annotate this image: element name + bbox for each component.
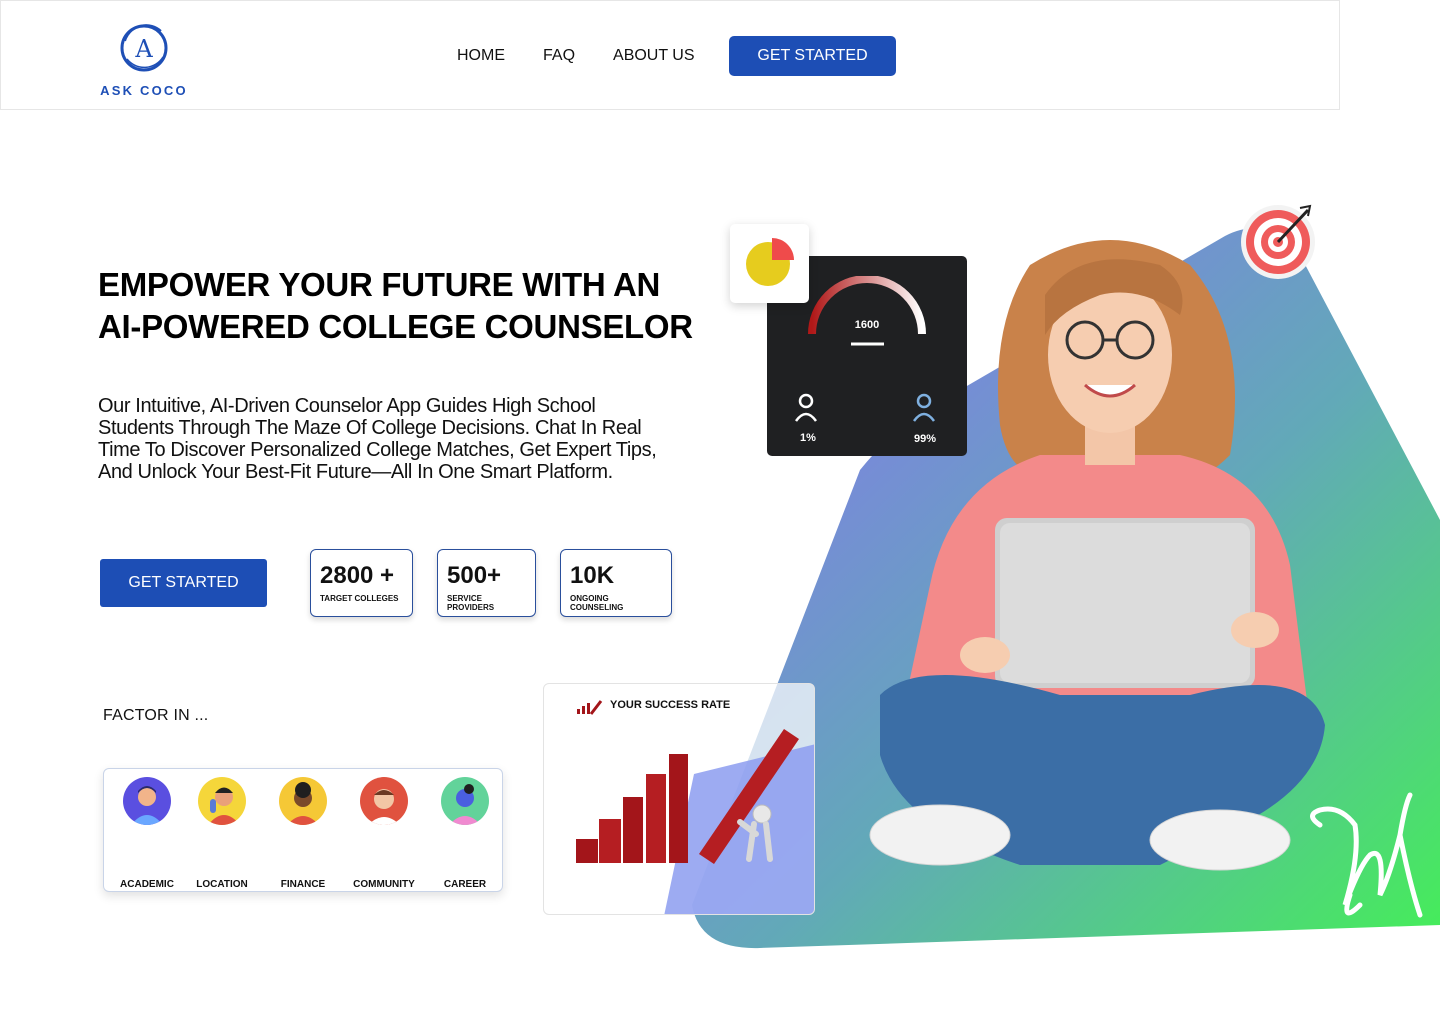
career-avatar-icon [441, 777, 489, 825]
factor-label: ACADEMIC [120, 879, 174, 890]
location-avatar-icon [198, 777, 246, 825]
factor-card: ACADEMIC LOCATION FINANCE COMMUNITY CARE… [103, 768, 503, 892]
factor-label: LOCATION [196, 879, 248, 890]
factor-career[interactable]: CAREER [425, 777, 505, 890]
user-icon [912, 393, 936, 422]
stat-label: TARGET COLLEGES [320, 594, 399, 603]
academic-avatar-icon [123, 777, 171, 825]
stat-value: 500+ [447, 562, 502, 589]
target-dart-icon [1241, 204, 1315, 279]
headline-line-1: EMPOWER YOUR FUTURE WITH AN [98, 266, 661, 303]
pie-chart-icon [746, 238, 794, 286]
stat-target-colleges: 2800 + TARGET COLLEGES [310, 549, 413, 617]
gauge-value: 1600 [854, 319, 880, 331]
stat-label: SERVICE PROVIDERS [447, 594, 495, 612]
factor-community[interactable]: COMMUNITY [344, 777, 424, 890]
headline-line-2: AI-POWERED COLLEGE COUNSELOR [98, 308, 693, 345]
factor-label: COMMUNITY [353, 879, 415, 890]
hero-description: Our Intuitive, AI-Driven Counselor App G… [98, 395, 657, 483]
stat-value: 10K [570, 562, 615, 589]
success-bars-illustration [576, 729, 814, 914]
left-percentage: 1% [800, 432, 816, 444]
right-percentage: 99% [914, 433, 937, 445]
success-rate-card: YOUR SUCCESS RATE [543, 683, 815, 915]
finance-avatar-icon [279, 777, 327, 825]
hero-get-started-button[interactable]: GET STARTED [100, 559, 267, 607]
pie-chart-card [730, 224, 809, 303]
factor-academic[interactable]: ACADEMIC [107, 777, 187, 890]
stat-ongoing-counseling: 10K ONGOING COUNSELING [560, 549, 672, 617]
factor-finance[interactable]: FINANCE [263, 777, 343, 890]
factor-title: FACTOR IN ... [103, 707, 209, 724]
stat-service-providers: 500+ SERVICE PROVIDERS [437, 549, 536, 617]
decorative-squiggle-icon [1310, 792, 1423, 918]
stat-label: ONGOING COUNSELING [570, 594, 624, 612]
community-avatar-icon [360, 777, 408, 825]
factor-location[interactable]: LOCATION [182, 777, 262, 890]
factor-label: FINANCE [280, 879, 326, 890]
user-icon [794, 393, 818, 422]
factor-label: CAREER [443, 879, 487, 890]
hero-headline: EMPOWER YOUR FUTURE WITH AN AI-POWERED C… [98, 264, 738, 348]
stat-value: 2800 + [320, 562, 395, 589]
